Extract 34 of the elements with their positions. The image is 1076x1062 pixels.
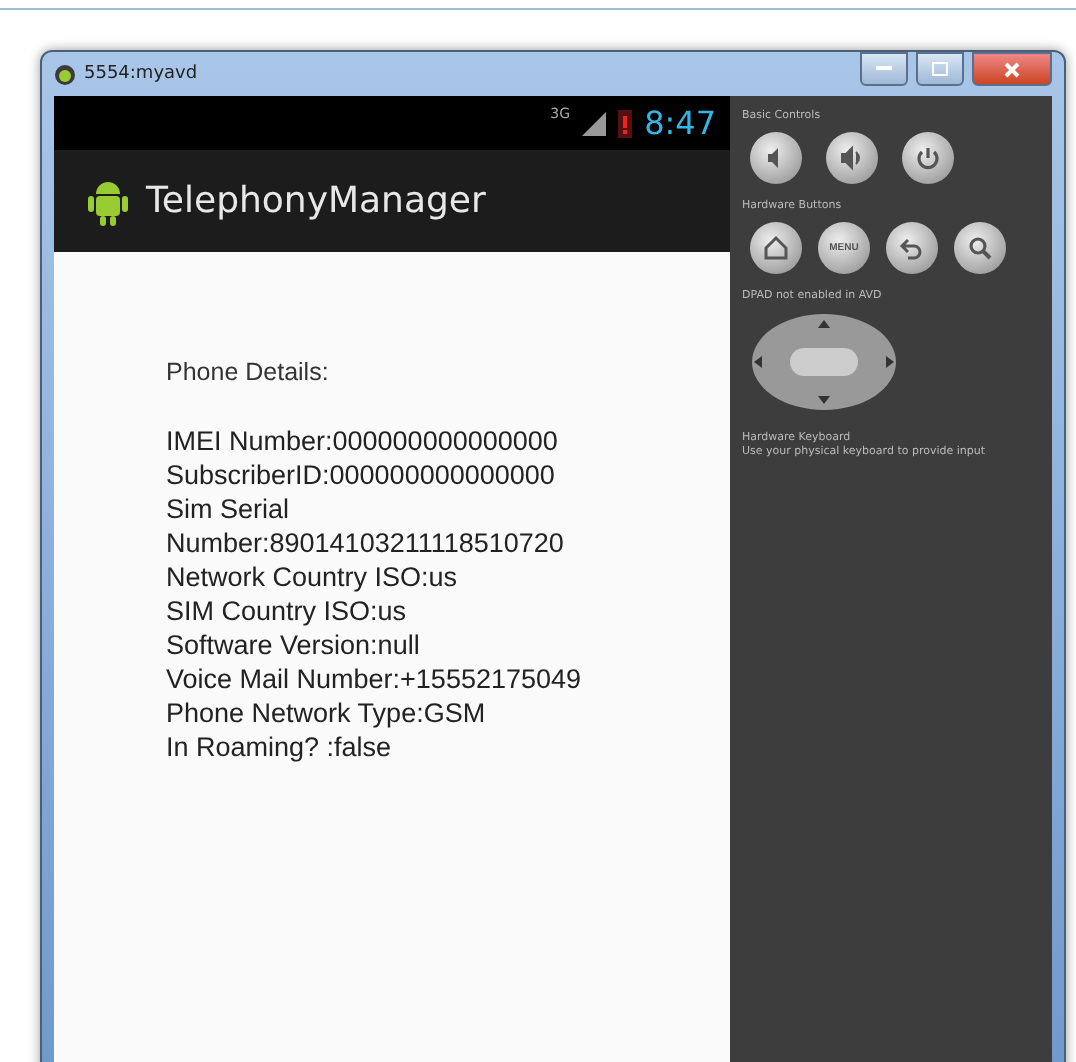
section-heading: Phone Details: (166, 356, 331, 390)
clock: 8:47 (644, 104, 716, 142)
detail-line: Voice Mail Number:+15552175049 (166, 662, 584, 696)
search-icon (966, 234, 994, 262)
detail-line: Phone Network Type:GSM (166, 696, 488, 730)
back-button[interactable] (886, 222, 938, 274)
detail-line: Software Version:null (166, 628, 422, 662)
maximize-button[interactable] (916, 52, 964, 86)
detail-line: SubscriberID:000000000000000 (166, 458, 557, 492)
volume-up-button[interactable] (826, 132, 878, 184)
maximize-icon (932, 62, 948, 76)
search-button[interactable] (954, 222, 1006, 274)
minimize-icon (876, 66, 892, 72)
volume-down-button[interactable] (750, 132, 802, 184)
battery-icon (618, 108, 633, 138)
detail-line: SIM Country ISO:us (166, 594, 409, 628)
back-icon (898, 234, 926, 262)
volume-up-icon (838, 144, 866, 172)
dpad-control[interactable] (750, 312, 898, 412)
home-button[interactable] (750, 222, 802, 274)
signal-icon (582, 111, 607, 135)
detail-line: Sim Serial Number:89014103211118510720 (166, 492, 566, 560)
detail-line: IMEI Number:000000000000000 (166, 424, 560, 458)
close-icon (1004, 61, 1020, 77)
power-icon (914, 144, 942, 172)
app-title: TelephonyManager (146, 180, 486, 222)
android-icon (54, 63, 76, 85)
close-button[interactable] (972, 52, 1052, 86)
power-button[interactable] (902, 132, 954, 184)
detail-line: Network Country ISO:us (166, 560, 460, 594)
window-title: 5554:myavd (84, 64, 200, 84)
detail-line: In Roaming? :false (166, 730, 394, 764)
home-icon (762, 234, 790, 262)
minimize-button[interactable] (860, 52, 908, 86)
